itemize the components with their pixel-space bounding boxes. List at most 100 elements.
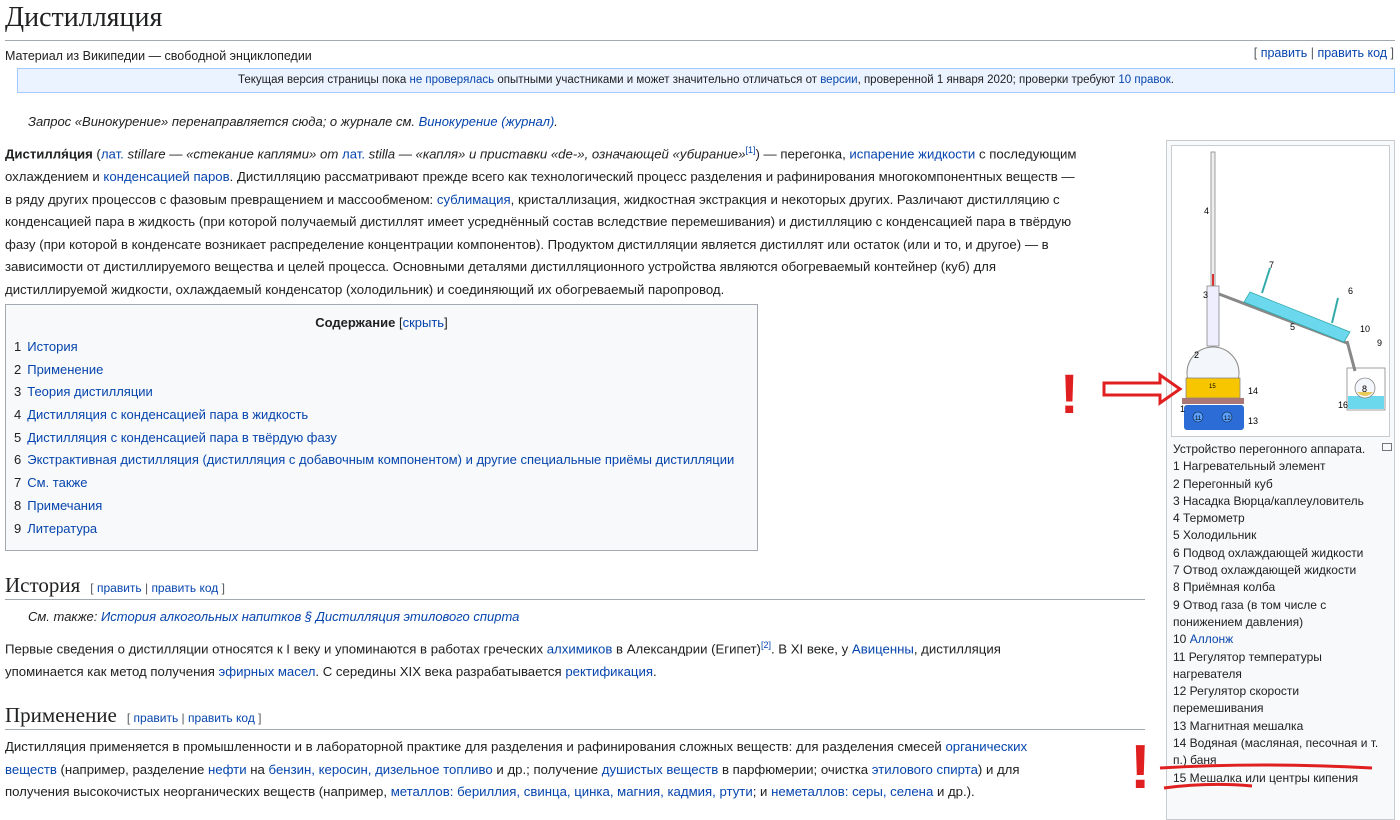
text: конденсацией пара в жидкость (при которо…: [5, 214, 1072, 230]
text: Дистилляция применяется в промышленности…: [5, 739, 946, 754]
text: на: [246, 761, 269, 777]
metals-link[interactable]: металлов: бериллия, свинца, цинка, магни…: [391, 784, 753, 799]
edit-link[interactable]: править: [1261, 46, 1308, 60]
evaporation-link[interactable]: испарение жидкости: [849, 146, 975, 161]
figure-label: 6: [1348, 286, 1353, 296]
right-arrow-icon: [1102, 372, 1183, 406]
hatnote-text: Запрос «Винокурение» перенаправляется сю…: [28, 114, 419, 129]
text: ; и: [752, 784, 772, 800]
sublimation-link[interactable]: сублимация: [437, 192, 511, 207]
organic-link[interactable]: веществ: [5, 762, 57, 777]
toc-hide-link[interactable]: скрыть: [403, 315, 445, 330]
caption-item: 11 Регулятор температуры нагревателя: [1173, 649, 1389, 684]
toc-number: 8: [14, 497, 22, 513]
text: в Александрии (Египет): [612, 641, 761, 657]
hatnote-link[interactable]: Винокурение (журнал): [419, 114, 555, 129]
toc-link[interactable]: Дистилляция с конденсацией пара в жидкос…: [27, 407, 308, 422]
edit-code-link[interactable]: править код: [151, 581, 218, 595]
toc-item[interactable]: 6 Экстрактивная дистилляция (дистилляция …: [14, 449, 757, 472]
caption-item: 6 Подвод охлаждающей жидкости: [1173, 545, 1389, 562]
intro-term: Дистилля́ция: [5, 146, 93, 162]
toc-link[interactable]: Применение: [27, 362, 103, 377]
avicenna-link[interactable]: Авиценны: [852, 641, 914, 656]
caption-item: 1 Нагревательный элемент: [1173, 458, 1389, 475]
toc-link[interactable]: Примечания: [27, 498, 102, 513]
toc-item[interactable]: 9 Литература: [14, 518, 757, 541]
section-title: Применение: [5, 703, 117, 727]
figure-label: 3: [1203, 290, 1208, 300]
text: и др.; получение: [492, 761, 602, 777]
caption-item-text: 1 Нагревательный элемент: [1173, 459, 1326, 474]
edit-link[interactable]: править: [134, 711, 179, 725]
allonge-link[interactable]: Аллонж: [1190, 632, 1233, 646]
section-divider: [5, 599, 1145, 600]
toc-item[interactable]: 8 Примечания: [14, 495, 757, 518]
toc-link[interactable]: Литература: [27, 521, 97, 536]
notice-text: Текущая версия страницы пока: [238, 74, 410, 86]
figure-label: 14: [1248, 386, 1258, 396]
seealso-hatnote: См. также: История алкогольных напитков …: [28, 609, 519, 624]
edit-code-link[interactable]: править код: [188, 711, 255, 725]
condensation-link[interactable]: конденсацией паров: [103, 169, 229, 184]
figure-label: 15: [1209, 384, 1216, 390]
ethanol-link[interactable]: этилового спирта: [872, 762, 978, 777]
edit-code-link[interactable]: править код: [1317, 46, 1387, 60]
text: упоминается как метод получения: [5, 663, 219, 679]
lat-link[interactable]: лат.: [342, 146, 365, 161]
adapter-shape: [1206, 285, 1220, 347]
thermometer-shape: [1210, 151, 1216, 293]
lat-link[interactable]: лат.: [101, 146, 124, 161]
notice-link-unchecked[interactable]: не проверялась: [409, 74, 494, 86]
toc-link[interactable]: Теория дистилляции: [27, 384, 153, 399]
text: охлаждением и: [5, 168, 104, 184]
fragrances-link[interactable]: душистых веществ: [602, 762, 718, 777]
caption-item-text: 8 Приёмная колба: [1173, 580, 1276, 595]
rectification-link[interactable]: ректификация: [565, 664, 653, 679]
toc-link[interactable]: Экстрактивная дистилляция (дистилляция с…: [27, 452, 734, 467]
text: получения высокочистых неорганических ве…: [5, 784, 391, 800]
caption-item-text: 2 Перегонный куб: [1173, 476, 1273, 491]
toc-item[interactable]: 1 История: [14, 336, 757, 359]
caption-item-text: 12 Регулятор скорости перемешивания: [1173, 684, 1300, 716]
nonmetals-link[interactable]: неметаллов: серы, селена: [771, 784, 933, 799]
section-heading-history: История [ править | править код ]: [5, 571, 225, 602]
caption-item: 5 Холодильник: [1173, 527, 1389, 544]
caption-item: 2 Перегонный куб: [1173, 476, 1389, 493]
toc-item[interactable]: 7 См. также: [14, 472, 757, 495]
caption-item: 7 Отвод охлаждающей жидкости: [1173, 562, 1389, 579]
notice-link-version[interactable]: версии: [820, 74, 857, 86]
toc-item[interactable]: 5 Дистилляция с конденсацией пара в твёрд…: [14, 427, 757, 450]
edit-link[interactable]: править: [97, 581, 142, 595]
seealso-link[interactable]: История алкогольных напитков § Дистилляц…: [101, 609, 519, 624]
ref-link[interactable]: [1]: [745, 145, 755, 155]
caption-title: Устройство перегонного аппарата.: [1173, 442, 1366, 456]
caption-item-text: 4 Термометр: [1173, 511, 1245, 526]
site-subtitle: Материал из Википедии — свободной энцикл…: [5, 49, 312, 63]
underline-stroke: [1163, 782, 1253, 790]
alchemists-link[interactable]: алхимиков: [547, 641, 613, 656]
toc-item[interactable]: 3 Теория дистилляции: [14, 381, 757, 404]
oil-link[interactable]: нефти: [208, 762, 247, 777]
toc-link[interactable]: См. также: [27, 475, 87, 490]
hatnote-suffix: .: [554, 114, 558, 129]
text: , дистилляция: [913, 641, 1001, 657]
text: . В XI веке, у: [770, 641, 852, 657]
toc-link[interactable]: История: [27, 339, 77, 354]
figure-label: 10: [1360, 324, 1370, 334]
toc-item[interactable]: 2 Применение: [14, 359, 757, 382]
ref-link[interactable]: [2]: [761, 640, 771, 650]
coolant-out-pipe: [1261, 267, 1271, 294]
text: в ряду других процессов с фазовым превра…: [5, 191, 437, 207]
text: и др.).: [933, 784, 975, 800]
essential-oils-link[interactable]: эфирных масел: [219, 664, 316, 679]
organic-link[interactable]: органических: [945, 739, 1027, 754]
caption-item: 3 Насадка Вюрца/каплеуловитель: [1173, 493, 1389, 510]
toc-item[interactable]: 4 Дистилляция с конденсацией пара в жидко…: [14, 404, 757, 427]
caption-item-text: 3 Насадка Вюрца/каплеуловитель: [1173, 493, 1364, 508]
distillation-diagram[interactable]: 1 2 3 4 5 6 7 8 9 10 11 12 13 14 15 16: [1171, 145, 1390, 437]
fuels-link[interactable]: бензин, керосин, дизельное топливо: [269, 762, 493, 777]
text: дистиллируемой жидкости, охлаждаемый кон…: [5, 281, 725, 297]
notice-link-edits[interactable]: 10 правок: [1118, 74, 1170, 86]
text: в парфюмерии; очистка: [718, 761, 872, 777]
toc-link[interactable]: Дистилляция с конденсацией пара в твёрду…: [27, 430, 337, 445]
